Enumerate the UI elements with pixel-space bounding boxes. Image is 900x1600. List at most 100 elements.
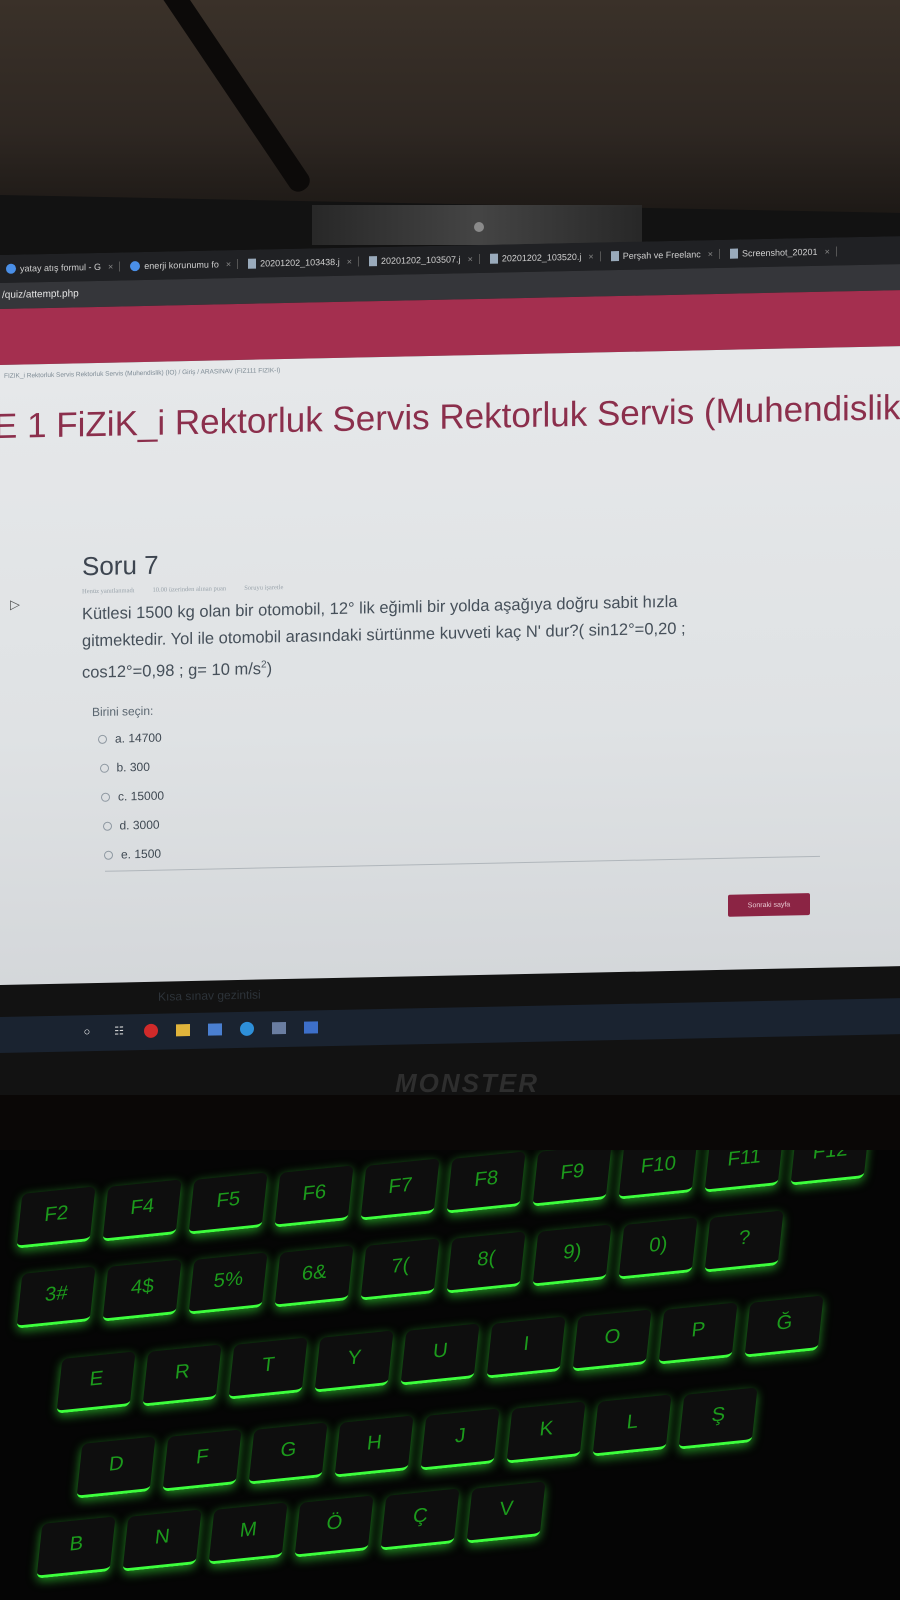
keyboard-key: ?	[704, 1210, 784, 1273]
folder-icon[interactable]	[176, 1024, 190, 1037]
keyboard-key: E	[56, 1351, 136, 1414]
radio-button[interactable]	[104, 850, 113, 860]
document-icon	[368, 256, 377, 267]
keyboard-key: T	[228, 1337, 308, 1400]
keyboard-key: I	[486, 1316, 566, 1379]
browser-tab-label: 20201202_103507.j	[380, 254, 461, 267]
keyboard-key: L	[592, 1394, 672, 1457]
browser-tab-label: 20201202_103438.j	[260, 256, 340, 269]
browser-tab-label: Perşah ve Freelanc	[622, 249, 701, 261]
browser-tab[interactable]: 20201202_103507.j ×	[362, 253, 480, 267]
search-icon[interactable]: ○	[80, 1026, 94, 1038]
windows-taskbar: ○ ☷	[0, 998, 900, 1053]
quiz-page: FIZIK_i Rektorluk Servis Rektorluk Servi…	[0, 346, 900, 1053]
question-status: Henüz yanıtlanmadı	[82, 587, 135, 596]
keyboard-key: F7	[360, 1158, 440, 1221]
keyboard-key: Ö	[294, 1495, 374, 1558]
browser-tab[interactable]: Screenshot_20201 ×	[724, 246, 837, 259]
close-tab-icon[interactable]: ×	[347, 257, 352, 267]
keyboard-key: 3#	[16, 1266, 96, 1329]
keyboard-key: Y	[314, 1330, 394, 1393]
edge-icon[interactable]	[240, 1021, 254, 1036]
mail-icon[interactable]	[208, 1023, 222, 1036]
task-view-icon[interactable]: ☷	[112, 1025, 126, 1037]
keyboard-key: G	[248, 1422, 328, 1485]
keyboard-key: P	[658, 1302, 738, 1365]
keyboard-key: Ş	[678, 1387, 758, 1450]
answer-label: b. 300	[116, 759, 150, 775]
browser-tab[interactable]: 20201202_103438.j ×	[242, 256, 359, 269]
document-icon	[730, 248, 738, 259]
laptop-keyboard: F2 F4 F5 F6 F7 F8 F9 F10 F11 F12 3# 4$ 5% 6& 7(8(9) 0)?…	[0, 1150, 900, 1600]
keyboard-key: 4$	[102, 1259, 182, 1322]
keyboard-key: Ç	[380, 1488, 460, 1551]
close-tab-icon[interactable]: ×	[825, 247, 830, 257]
answer-label: a. 14700	[115, 730, 162, 746]
flag-question-link[interactable]: Soruyu işaretle	[244, 584, 283, 592]
answer-label: d. 3000	[119, 817, 160, 833]
keyboard-key: H	[334, 1415, 414, 1478]
keyboard-key: 8(	[446, 1231, 526, 1294]
keyboard-key: J	[420, 1408, 500, 1471]
close-tab-icon[interactable]: ×	[108, 262, 113, 272]
browser-tab[interactable]: 20201202_103520.j ×	[483, 251, 601, 264]
browser-tab-label: 20201202_103520.j	[501, 251, 582, 264]
close-tab-icon[interactable]: ×	[708, 249, 713, 259]
laptop-screen: yatay atış formul - G × enerji korunumu fo…	[0, 236, 900, 1085]
keyboard-key: 9)	[532, 1224, 612, 1287]
keyboard-key: B	[36, 1516, 116, 1579]
keyboard-key: D	[76, 1436, 156, 1499]
opera-icon[interactable]	[144, 1023, 158, 1038]
radio-button[interactable]	[98, 734, 107, 744]
google-icon	[6, 263, 16, 274]
browser-tab-label: yatay atış formul - G	[20, 261, 102, 274]
keyboard-key: R	[142, 1344, 222, 1407]
webcam-icon	[474, 222, 484, 232]
laptop-brand-logo: MONSTER	[395, 1068, 539, 1098]
keyboard-key: 5%	[188, 1252, 268, 1315]
browser-tab[interactable]: yatay atış formul - G ×	[0, 261, 121, 274]
next-page-button[interactable]: Sonraki sayfa	[728, 893, 810, 917]
browser-tab-label: Screenshot_20201	[742, 246, 818, 259]
store-icon[interactable]	[272, 1022, 286, 1035]
radio-button[interactable]	[102, 821, 112, 831]
keyboard-key: K	[506, 1401, 586, 1464]
question-text: Kütlesi 1500 kg olan bir otomobil, 12° l…	[82, 587, 782, 687]
radio-button[interactable]	[99, 763, 109, 773]
browser-tab[interactable]: Perşah ve Freelanc ×	[604, 248, 720, 262]
radio-button[interactable]	[101, 792, 110, 802]
keyboard-key: F4	[102, 1179, 182, 1242]
keyboard-key: F11	[704, 1150, 784, 1193]
browser-tab[interactable]: enerji korunumu fo ×	[124, 259, 239, 272]
page-title: E 1 FiZiK_i Rektorluk Servis Rektorluk S…	[0, 387, 900, 447]
quiz-navigation-heading: Kısa sınav gezintisi	[158, 987, 261, 1004]
breadcrumb[interactable]: FIZIK_i Rektorluk Servis Rektorluk Servi…	[4, 367, 280, 380]
answer-list: a. 14700 b. 300 c. 15000 d. 3000 e. 1500	[98, 709, 822, 869]
keyboard-key: F9	[532, 1150, 612, 1207]
keyboard-key: V	[466, 1481, 546, 1544]
keyboard-key: F8	[446, 1151, 526, 1214]
keyboard-key: F6	[274, 1165, 354, 1228]
keyboard-key: F2	[16, 1186, 96, 1249]
keyboard-key: N	[122, 1509, 202, 1572]
document-icon	[248, 258, 257, 269]
keyboard-key: F10	[618, 1150, 698, 1200]
word-icon[interactable]	[304, 1021, 318, 1034]
keyboard-key: 7(	[360, 1238, 440, 1301]
document-icon	[610, 251, 619, 262]
document-icon	[489, 253, 498, 264]
keyboard-key: 6&	[274, 1245, 354, 1308]
close-tab-icon[interactable]: ×	[468, 254, 473, 264]
close-tab-icon[interactable]: ×	[226, 259, 231, 269]
keyboard-key: Ğ	[744, 1295, 824, 1358]
close-tab-icon[interactable]: ×	[588, 252, 593, 262]
google-icon	[130, 261, 141, 272]
answer-label: c. 15000	[118, 788, 165, 804]
keyboard-key: F5	[188, 1172, 268, 1235]
browser-tab-label: enerji korunumu fo	[144, 259, 219, 271]
keyboard-key: U	[400, 1323, 480, 1386]
answer-label: e. 1500	[121, 846, 162, 862]
mouse-cursor-icon: ▷	[10, 596, 20, 612]
keyboard-key: F	[162, 1429, 242, 1492]
keyboard-key: F12	[790, 1150, 870, 1186]
